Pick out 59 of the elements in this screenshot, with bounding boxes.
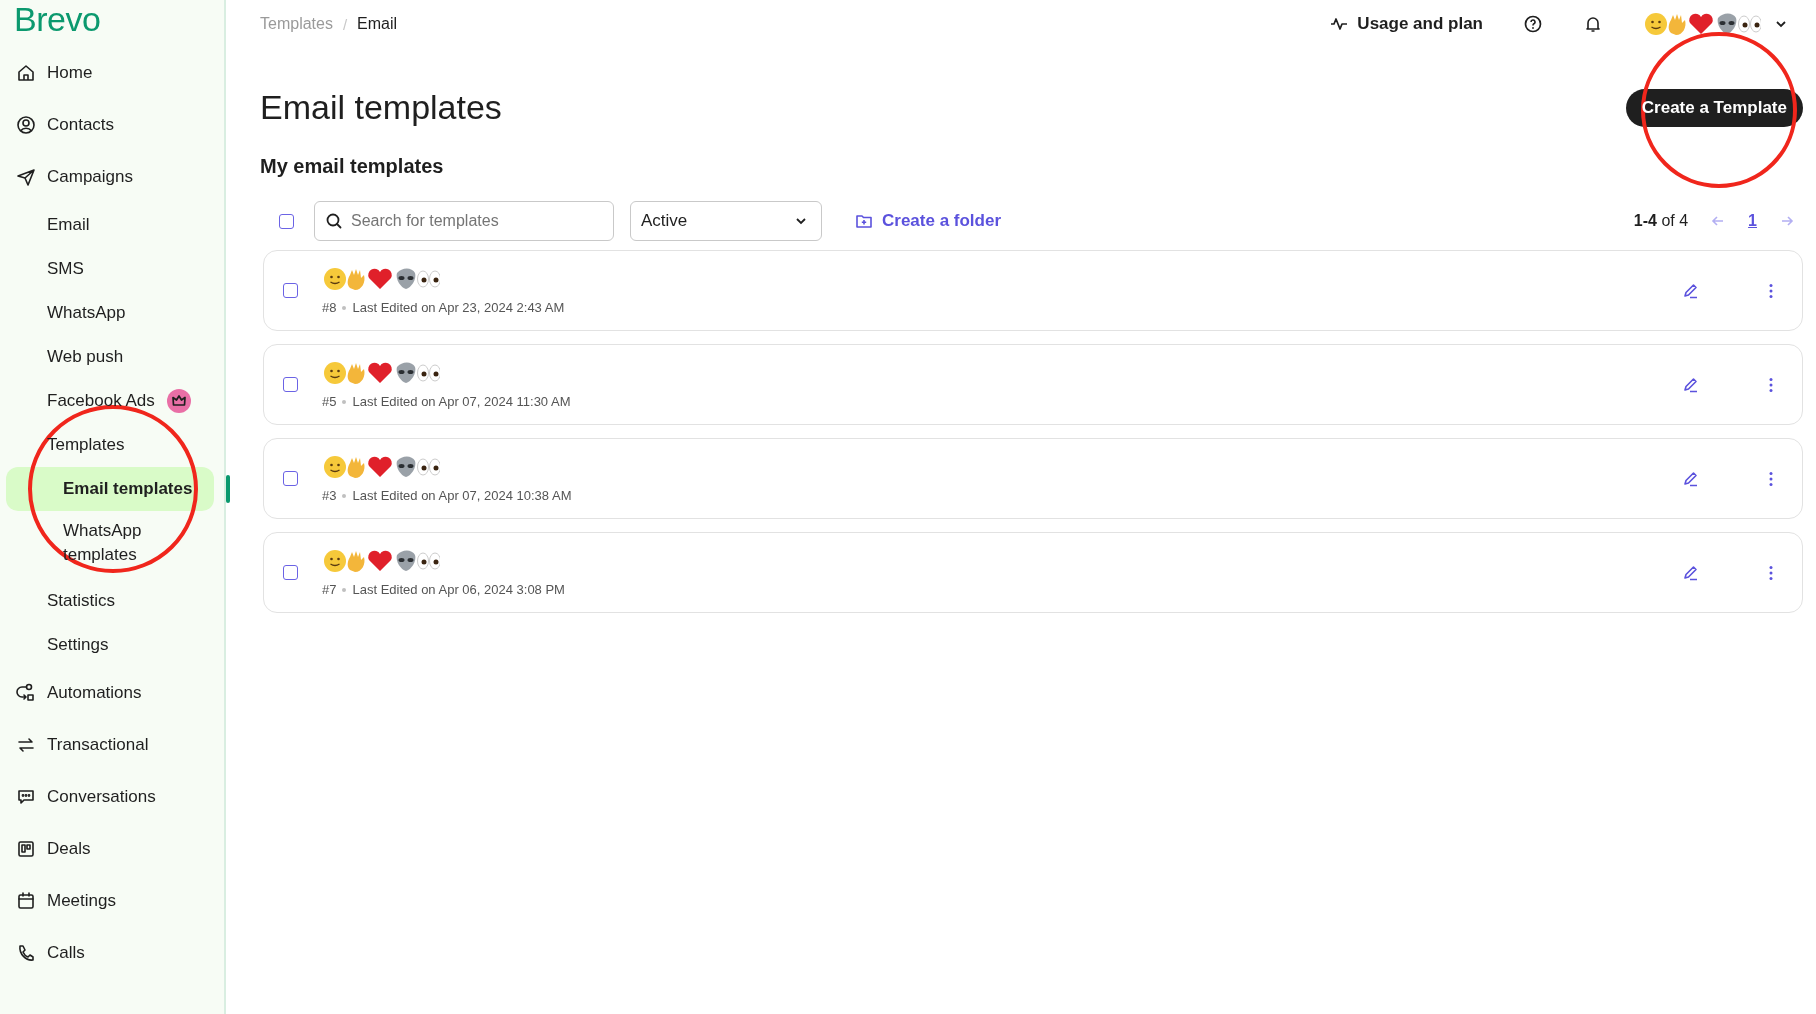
calendar-icon (15, 890, 37, 912)
row-checkbox[interactable] (283, 565, 298, 580)
template-number: #3 (322, 488, 337, 503)
selection-bar (226, 475, 230, 503)
sidebar-item[interactable]: Campaigns (6, 151, 214, 203)
workflow-icon (15, 682, 37, 704)
sidebar-item[interactable]: Conversations (6, 771, 214, 823)
select-all-checkbox[interactable] (279, 213, 294, 229)
template-number: #5 (322, 394, 337, 409)
last-edited-text: Last Edited on Apr 23, 2024 2:43 AM (352, 300, 565, 315)
sidebar-item[interactable]: Automations (6, 667, 214, 719)
notification-bell-icon[interactable] (1583, 14, 1603, 34)
search-icon (324, 211, 344, 231)
sidebar-item[interactable]: SMS (6, 247, 214, 291)
sidebar-item[interactable]: Calls (6, 927, 214, 979)
template-card[interactable]: #7 Last Edited on Apr 06, 2024 3:08 PM (263, 532, 1803, 613)
search-field[interactable]: Search for templates (314, 201, 614, 241)
usage-button[interactable]: Usage and plan (1329, 14, 1483, 34)
sidebar-item[interactable]: Web push (6, 335, 214, 379)
paper-plane-icon (15, 166, 37, 188)
sidebar-item[interactable]: Contacts (6, 99, 214, 151)
edit-icon[interactable] (1682, 375, 1700, 394)
sidebar-item[interactable]: Home (6, 47, 214, 99)
home-icon (15, 62, 37, 84)
status-dropdown[interactable]: Active (630, 201, 822, 241)
edit-icon[interactable] (1682, 563, 1700, 582)
sidebar-item[interactable]: Transactional (6, 719, 214, 771)
sidebar-item[interactable]: Facebook Ads (6, 379, 214, 423)
user-circle-icon (15, 114, 37, 136)
last-edited-text: Last Edited on Apr 06, 2024 3:08 PM (352, 582, 565, 597)
sidebar-item[interactable]: WhatsApp templates (6, 511, 183, 579)
last-edited-text: Last Edited on Apr 07, 2024 10:38 AM (352, 488, 572, 503)
pagination-range: 1-4 of 4 (1633, 212, 1689, 230)
sidebar-item[interactable]: Statistics (6, 579, 214, 623)
sidebar-item[interactable]: Email (6, 203, 214, 247)
breadcrumb: Email (357, 15, 398, 33)
sidebar-item[interactable]: WhatsApp (6, 291, 214, 335)
template-number: #7 (322, 582, 337, 597)
sidebar-item[interactable]: Templates (6, 423, 214, 467)
row-checkbox[interactable] (283, 471, 298, 486)
row-checkbox[interactable] (283, 283, 298, 298)
last-edited-text: Last Edited on Apr 07, 2024 11:30 AM (352, 394, 571, 409)
breadcrumb-separator: / (342, 15, 348, 33)
edit-icon[interactable] (1682, 281, 1700, 300)
kanban-board-icon (15, 838, 37, 860)
page-title: Email templates (260, 88, 502, 127)
template-number: #8 (322, 300, 337, 315)
edit-icon[interactable] (1682, 469, 1700, 488)
template-card[interactable]: #5 Last Edited on Apr 07, 2024 11:30 AM (263, 344, 1803, 425)
sidebar-item[interactable]: Settings (6, 623, 214, 667)
page-number[interactable]: 1 (1748, 212, 1757, 230)
template-card[interactable]: #3 Last Edited on Apr 07, 2024 10:38 AM (263, 438, 1803, 519)
sidebar-item[interactable]: Meetings (6, 875, 214, 927)
help-icon[interactable] (1523, 14, 1543, 34)
section-title: My email templates (260, 155, 445, 178)
row-checkbox[interactable] (283, 377, 298, 392)
create-folder-link[interactable]: Create a folder (854, 211, 1002, 231)
template-card[interactable]: #8 Last Edited on Apr 23, 2024 2:43 AM (263, 250, 1803, 331)
sidebar-item[interactable]: Deals (6, 823, 214, 875)
